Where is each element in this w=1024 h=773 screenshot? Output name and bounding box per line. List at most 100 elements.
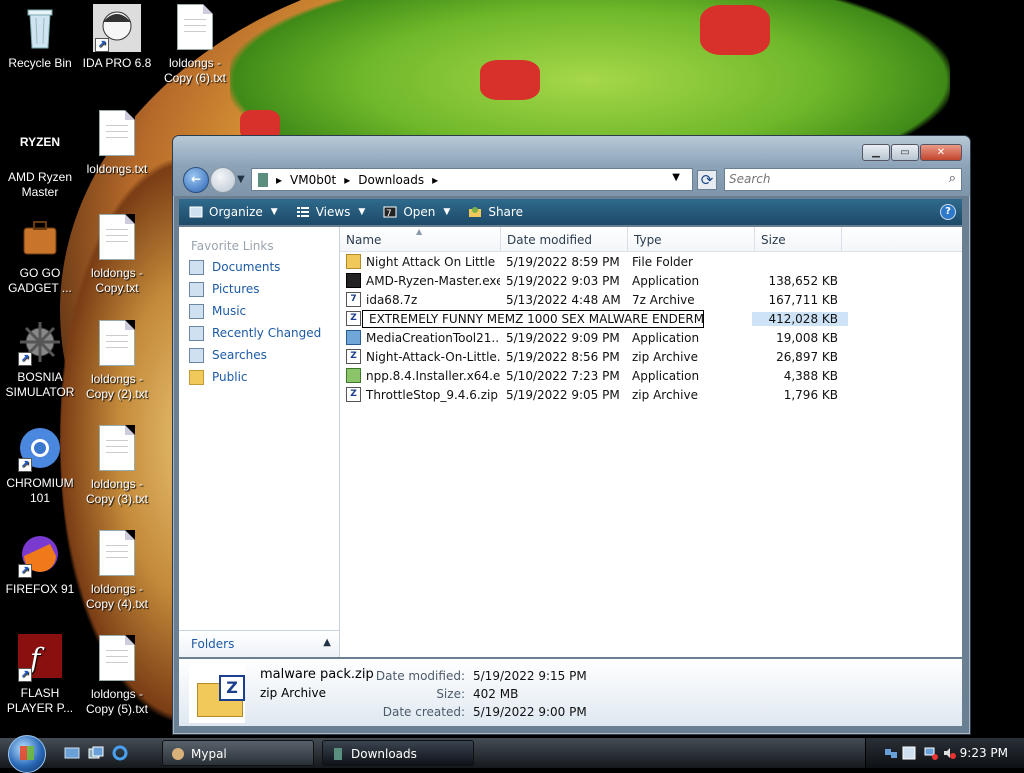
file-date: 5/13/2022 4:48 AM [506, 292, 621, 307]
desktop-icon-go-go-gadget[interactable]: GO GO GADGET ... [0, 214, 80, 296]
firefox-icon: ↗ [16, 530, 64, 578]
recent-pages-dropdown[interactable]: ▼ [237, 174, 245, 185]
desktop-icon-amd-ryzen-master[interactable]: RYZEN AMD Ryzen Master [0, 118, 80, 200]
nav-link-searches[interactable]: Searches [189, 347, 339, 363]
rename-input[interactable]: EXTREMELY FUNNY MEMZ 1000 SEX MALWARE EN… [362, 309, 704, 328]
search-icon[interactable]: ⌕ [949, 171, 956, 186]
switch-windows-icon[interactable] [88, 745, 104, 761]
file-row[interactable]: Z ThrottleStop_9.4.6.zip 5/19/2022 9:05 P… [340, 385, 962, 404]
breadcrumb-arrow-icon[interactable]: ▸ [276, 173, 282, 187]
desktop-icon-recycle-bin[interactable]: Recycle Bin [0, 4, 80, 71]
breadcrumb-arrow-icon[interactable]: ▸ [432, 173, 438, 187]
wallpaper-tomato [480, 60, 540, 100]
network-status-icon[interactable] [924, 746, 938, 760]
taskbar: Mypal Downloads 9:23 PM [0, 735, 1024, 773]
file-size: 19,008 KB [776, 330, 838, 345]
share-button[interactable]: Share [468, 205, 523, 219]
file-rows: Night Attack On Little ... 5/19/2022 8:5… [340, 252, 962, 404]
folder-icon [346, 254, 361, 269]
desktop-icon-loldongs-copy-4[interactable]: loldongs - Copy (4).txt [77, 530, 157, 612]
desktop-icon-loldongs-copy-6[interactable]: loldongs - Copy (6).txt [155, 4, 235, 86]
folders-toggle[interactable]: Folders ▲ [179, 630, 339, 657]
nav-link-label: Public [212, 370, 248, 384]
breadcrumb-vm0b0t[interactable]: VM0b0t [290, 173, 336, 187]
address-bar[interactable]: ▸ VM0b0t ▸ Downloads ▸ ▼ [251, 168, 693, 191]
file-row[interactable]: 7 ida68.7z 5/13/2022 4:48 AM 7z Archive 1… [340, 290, 962, 309]
desktop-icon-loldongs-copy-3[interactable]: loldongs - Copy (3).txt [77, 425, 157, 507]
chevron-down-icon: ▼ [358, 207, 366, 217]
open-button[interactable]: 7 Open ▼ [383, 205, 450, 219]
file-date: 5/19/2022 8:56 PM [506, 349, 620, 364]
desktop-icon-label: IDA PRO 6.8 [82, 56, 152, 70]
desktop-icon-flash-player[interactable]: f ↗ FLASH PLAYER P... [0, 634, 80, 716]
nav-link-public[interactable]: Public [189, 369, 339, 385]
nav-link-pictures[interactable]: Pictures [189, 281, 339, 297]
help-icon[interactable]: ? [940, 204, 956, 220]
shortcut-arrow-icon: ↗ [18, 668, 32, 682]
file-row-renaming[interactable]: Z 412,028 KB EXTREMELY FUNNY MEMZ 1000 S… [340, 309, 962, 328]
back-button[interactable]: ← [183, 167, 209, 193]
file-row[interactable]: npp.8.4.Installer.x64.exe 5/10/2022 7:23… [340, 366, 962, 385]
file-list: ▲ Name Date modified Type Size Night Att… [340, 227, 962, 657]
navigation-pane: Favorite Links Documents Pictures Music … [179, 227, 340, 657]
column-header-type[interactable]: Type [628, 227, 755, 251]
views-button[interactable]: Views ▼ [296, 205, 366, 219]
taskbar-button-mypal[interactable]: Mypal [162, 740, 314, 766]
ryzen-logo-text: RYZEN [19, 134, 61, 149]
column-headers: ▲ Name Date modified Type Size [340, 227, 962, 252]
clock[interactable]: 9:23 PM [960, 746, 1008, 760]
desktop-icon-loldongs-copy-5[interactable]: loldongs - Copy (5).txt [77, 635, 157, 717]
maximize-button[interactable]: ▭ [891, 144, 919, 161]
details-value-size: 402 MB [473, 687, 519, 701]
search-input[interactable] [725, 169, 933, 188]
organize-button[interactable]: Organize ▼ [189, 205, 278, 219]
desktop-icon-loldongs-txt[interactable]: loldongs.txt [77, 110, 157, 177]
nav-link-recently-changed[interactable]: Recently Changed [189, 325, 339, 341]
desktop-icon-label: loldongs - Copy (4).txt [85, 582, 148, 611]
details-labels: Date modified: Size: Date created: [365, 667, 465, 721]
close-button[interactable]: ✕ [920, 144, 962, 161]
details-value-date-created: 5/19/2022 9:00 PM [473, 705, 587, 719]
sort-up-icon: ▲ [416, 227, 423, 236]
file-name: npp.8.4.Installer.x64.exe [366, 368, 500, 383]
nav-link-documents[interactable]: Documents [189, 259, 339, 275]
file-row[interactable]: AMD-Ryzen-Master.exe 5/19/2022 9:03 PM A… [340, 271, 962, 290]
breadcrumb-downloads[interactable]: Downloads [358, 173, 424, 187]
title-bar[interactable]: ▁ ▭ ✕ [173, 136, 970, 164]
column-header-date[interactable]: Date modified [501, 227, 628, 251]
file-name: MediaCreationTool21... [366, 330, 500, 345]
network-icon[interactable] [884, 746, 898, 760]
application-icon [346, 273, 361, 288]
file-name: ida68.7z [366, 292, 418, 307]
forward-button[interactable] [210, 167, 236, 193]
desktop-icon-loldongs-copy-2[interactable]: loldongs - Copy (2).txt [77, 320, 157, 402]
zip-archive-large-icon: Z [189, 665, 245, 723]
desktop-icon-chromium[interactable]: ↗ CHROMIUM 101 [0, 424, 80, 506]
show-desktop-icon[interactable] [64, 745, 80, 761]
volume-muted-icon[interactable] [942, 746, 956, 760]
desktop-icon-label: FLASH PLAYER P... [6, 686, 74, 715]
file-row[interactable]: MediaCreationTool21... 5/19/2022 9:09 PM… [340, 328, 962, 347]
search-box[interactable]: ⌕ [724, 168, 962, 191]
desktop-icon-ida-pro[interactable]: ↗ IDA PRO 6.8 [77, 4, 157, 71]
file-row[interactable]: Z Night-Attack-On-Little... 5/19/2022 8:5… [340, 347, 962, 366]
refresh-button[interactable]: ⟳ [697, 170, 717, 190]
file-date: 5/19/2022 9:05 PM [506, 387, 620, 402]
internet-explorer-icon[interactable] [112, 745, 128, 761]
system-tray: 9:23 PM [865, 738, 1024, 768]
file-row[interactable]: Night Attack On Little ... 5/19/2022 8:5… [340, 252, 962, 271]
desktop-icon-bosnia-simulator[interactable]: ↗ BOSNIA SIMULATOR [0, 318, 80, 400]
desktop-icon-loldongs-copy[interactable]: loldongs - Copy.txt [77, 214, 157, 296]
desktop-icon-label: loldongs - Copy (2).txt [85, 372, 148, 401]
desktop-icon-firefox[interactable]: ↗ FIREFOX 91 [0, 530, 80, 597]
command-bar: Organize ▼ Views ▼ 7 Open ▼ Share ? [179, 199, 962, 225]
address-dropdown-icon[interactable]: ▼ [672, 172, 680, 183]
nav-link-music[interactable]: Music [189, 303, 339, 319]
minimize-button[interactable]: ▁ [862, 144, 890, 161]
breadcrumb-arrow-icon[interactable]: ▸ [344, 173, 350, 187]
tray-app-icon[interactable] [902, 746, 916, 760]
text-file-icon [93, 635, 141, 683]
start-button[interactable] [8, 735, 46, 773]
taskbar-button-downloads[interactable]: Downloads [322, 740, 474, 766]
column-header-size[interactable]: Size [755, 227, 842, 251]
